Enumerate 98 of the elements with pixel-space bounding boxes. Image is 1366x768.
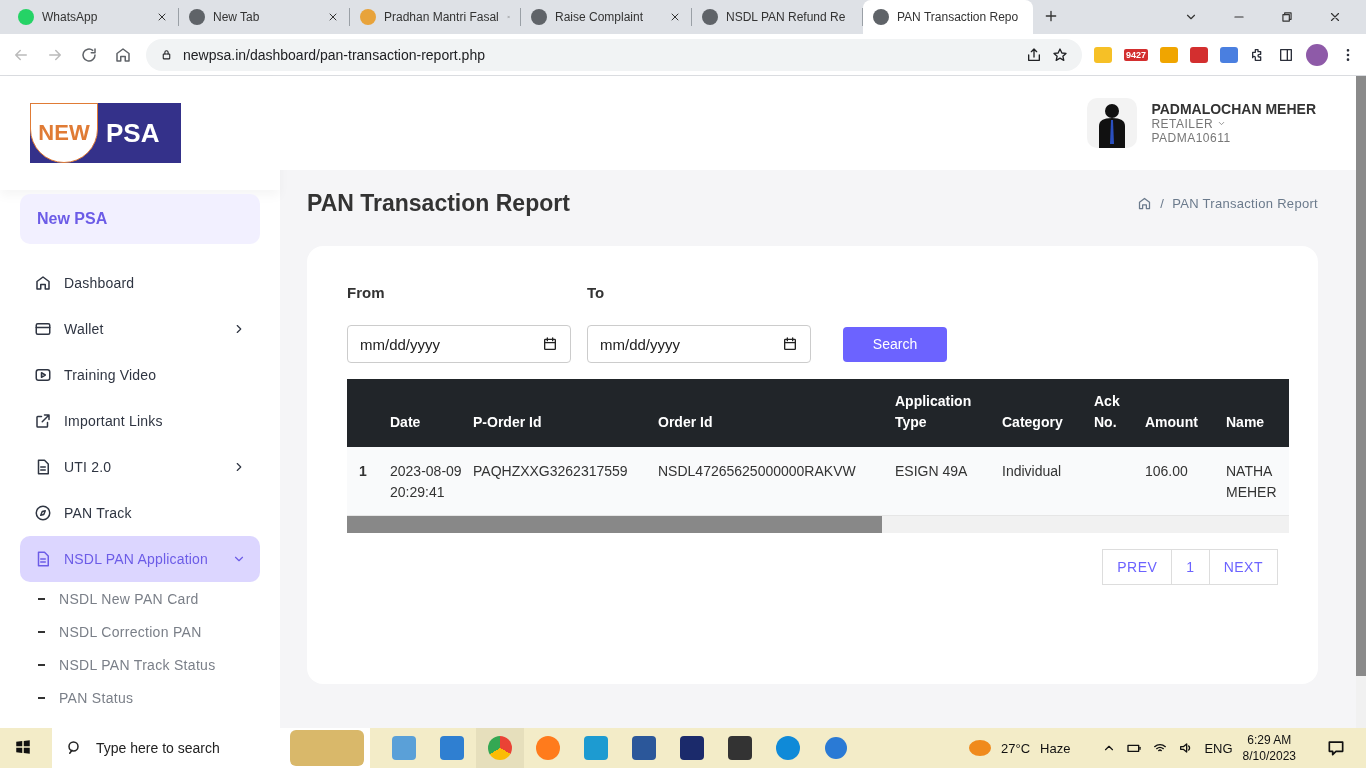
logo[interactable]: NEW PSA — [30, 103, 181, 163]
user-name: PADMALOCHAN MEHER — [1151, 101, 1316, 117]
browser-tab[interactable]: PAN Transaction Repo — [863, 0, 1033, 34]
home-icon — [1137, 195, 1153, 211]
column-header: Name — [1226, 379, 1289, 447]
play-icon — [34, 366, 52, 384]
column-header: Category — [1002, 379, 1094, 447]
windows-icon — [14, 737, 32, 756]
share-icon — [1025, 46, 1042, 63]
submenu-item[interactable]: NSDL Correction PAN — [59, 623, 202, 640]
sidebar-item[interactable]: Dashboard — [20, 260, 260, 306]
column-header: Application Type — [895, 379, 1002, 447]
lock-icon — [160, 48, 173, 61]
sidebar-item[interactable]: UTI 2.0 — [20, 444, 260, 490]
browser-tab[interactable]: Pradhan Mantri Fasal — [350, 0, 520, 34]
row-index: 1 — [347, 447, 390, 516]
favicon-icon — [702, 9, 718, 25]
store-icon[interactable] — [584, 736, 608, 760]
external-link-icon — [34, 412, 52, 430]
home-icon — [34, 274, 52, 292]
brand-label: New PSA — [20, 194, 260, 244]
column-header: Amount — [1145, 379, 1226, 447]
chrome-icon[interactable] — [488, 736, 512, 760]
column-header: Date — [390, 379, 473, 447]
table-cell: PAQHZXXG3262317559 — [473, 447, 658, 516]
calendar-icon — [782, 336, 798, 352]
to-label: To — [587, 284, 606, 301]
sidebar-item[interactable]: PAN Track — [20, 490, 260, 536]
browser-tab[interactable]: New Tab — [179, 0, 349, 34]
star-icon — [1051, 46, 1068, 63]
pagination-link[interactable]: 1 — [1171, 549, 1210, 585]
restore-icon — [1280, 10, 1294, 24]
chevron-down-icon — [1217, 119, 1226, 128]
favicon-icon — [189, 9, 205, 25]
sidebar-item[interactable]: Training Video — [20, 352, 260, 398]
sidebar-icon — [1278, 46, 1294, 63]
browser-tab[interactable]: WhatsApp — [8, 0, 178, 34]
clock-date[interactable]: 8/10/2023 — [1242, 748, 1296, 764]
favicon-icon — [873, 9, 889, 25]
table-cell: 2023-08-09 20:29:41 — [390, 447, 473, 516]
compass-icon — [34, 504, 52, 522]
calendar-icon — [542, 336, 558, 352]
user-id: PADMA10611 — [1151, 131, 1232, 145]
extension-icon[interactable] — [1220, 46, 1238, 63]
avatar-icon[interactable] — [1306, 43, 1328, 66]
column-header: Order Id — [658, 379, 895, 447]
favicon-icon — [360, 9, 376, 25]
submenu-item[interactable]: PAN Status — [59, 689, 134, 706]
pagination-link[interactable]: NEXT — [1208, 549, 1278, 585]
column-header: P-Order Id — [473, 379, 658, 447]
pagination-link[interactable]: PREV — [1102, 549, 1173, 585]
help-icon[interactable] — [825, 737, 847, 759]
favicon-icon — [18, 9, 34, 25]
vertical-scrollbar[interactable] — [1356, 76, 1366, 728]
avatar-silhouette — [1087, 98, 1138, 148]
word-icon[interactable] — [632, 736, 656, 760]
browser-tab[interactable]: Raise Complaint — [521, 0, 691, 34]
table-cell: NSDL47265625000000RAKVW — [658, 447, 895, 516]
sidebar-item[interactable]: Important Links — [20, 398, 260, 444]
mail-badge[interactable]: 9427 — [1123, 48, 1148, 61]
edge-icon[interactable] — [776, 736, 800, 760]
firefox-icon[interactable] — [536, 736, 560, 760]
language-indicator[interactable]: ENG — [1204, 740, 1233, 756]
breadcrumb-separator: / — [1160, 195, 1165, 211]
laptop-icon[interactable] — [392, 736, 416, 760]
user-role[interactable]: RETAILER — [1151, 117, 1316, 131]
clock-time[interactable]: 6:29 AM — [1242, 732, 1296, 748]
notification-icon — [1326, 738, 1346, 758]
horizontal-scrollbar[interactable] — [347, 516, 1289, 533]
to-date-field[interactable]: mm/dd/yyyy — [587, 325, 811, 363]
taskbar-search-field[interactable]: Type here to search — [52, 728, 370, 768]
reload-icon — [80, 45, 98, 64]
from-label: From — [347, 284, 386, 301]
extension-icon[interactable] — [1160, 46, 1178, 63]
extension-icon[interactable] — [1190, 46, 1208, 63]
search-button[interactable]: Search — [843, 326, 947, 362]
from-date-field[interactable]: mm/dd/yyyy — [347, 325, 571, 363]
address-bar[interactable]: newpsa.in/dashboard/pan-transaction-report.php — [146, 38, 1082, 71]
favicon-icon — [531, 9, 547, 25]
weather-icon[interactable] — [969, 740, 992, 756]
table-cell: NATHA MEHER — [1226, 447, 1289, 516]
card-icon — [34, 320, 52, 338]
submenu-item[interactable]: NSDL New PAN Card — [59, 590, 199, 607]
table-cell: Individual — [1002, 447, 1094, 516]
weather-label[interactable]: Haze — [1040, 740, 1071, 756]
temperature[interactable]: 27°C — [1001, 740, 1031, 756]
table-cell: ESIGN 49A — [895, 447, 1002, 516]
page-title: PAN Transaction Report — [307, 189, 571, 217]
home-icon — [114, 45, 132, 64]
mouse-icon[interactable] — [728, 736, 752, 760]
scanner-icon[interactable] — [440, 736, 464, 760]
photoshop-icon[interactable] — [680, 736, 704, 760]
new-tab-icon — [1043, 8, 1059, 24]
sidebar-item[interactable]: Wallet — [20, 306, 260, 352]
submenu-item[interactable]: NSDL PAN Track Status — [59, 656, 216, 673]
breadcrumb-item: PAN Transaction Report — [1172, 195, 1318, 211]
column-header: Ack No. — [1094, 379, 1145, 447]
table-cell: 106.00 — [1145, 447, 1226, 516]
